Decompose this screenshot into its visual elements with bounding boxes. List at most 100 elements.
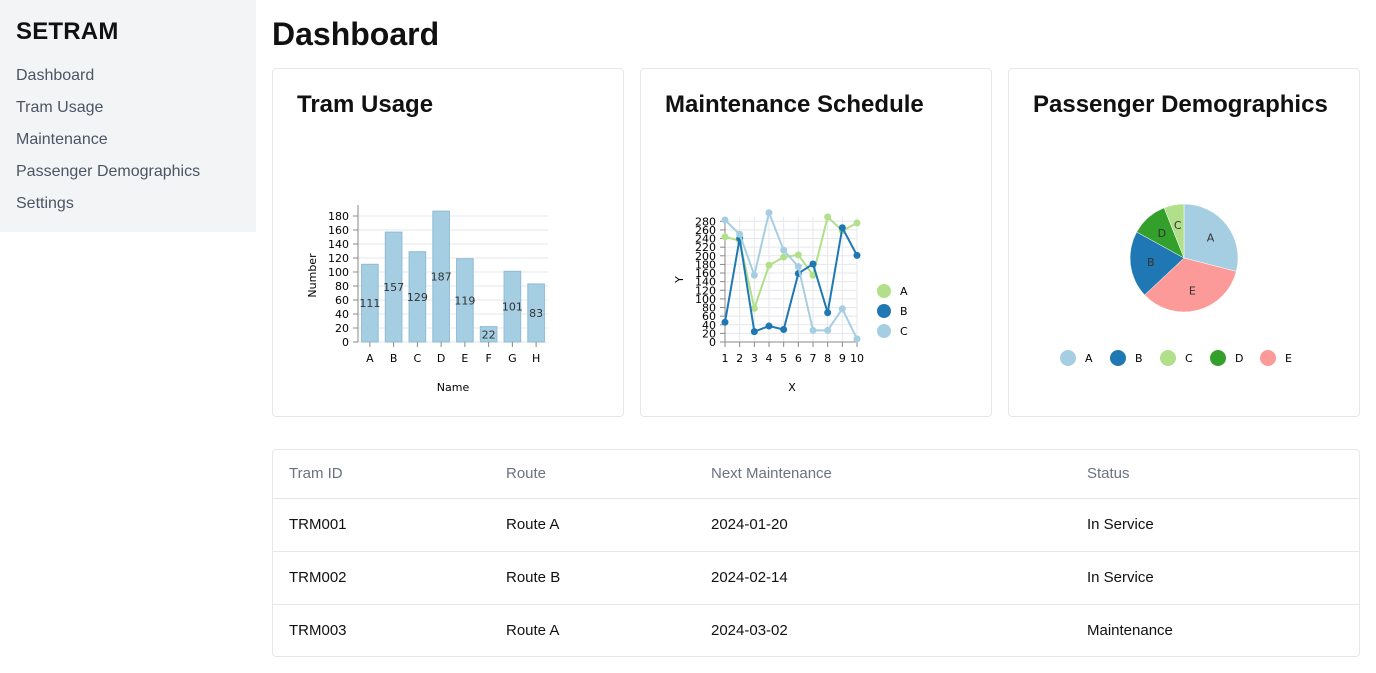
x-axis-label: Name [437,381,470,394]
legend-swatch [1060,350,1076,366]
nav-item-maintenance[interactable]: Maintenance [16,124,240,156]
x-tick-label: G [508,352,517,365]
x-tick-label: F [485,352,491,365]
bar-value-label: 101 [502,301,523,314]
data-point [721,216,729,224]
legend-label: A [900,285,908,298]
y-tick-label: 60 [335,294,349,307]
x-tick-label: 8 [824,352,831,365]
sidebar: SETRAM Dashboard Tram Usage Maintenance … [0,0,256,232]
x-tick-label: 7 [810,352,817,365]
maintenance-schedule-card: Maintenance Schedule 1 2 3 4 5 6 7 8 9 10 0 20 40 60 8… [640,68,992,417]
data-point [721,318,729,326]
legend-swatch [1110,350,1126,366]
bar-value-label: 119 [454,294,475,307]
x-tick-label: C [414,352,422,365]
page-title: Dashboard [272,16,440,52]
bar-value-label: 187 [431,271,452,284]
tram-usage-card: Tram Usage 0 20 40 60 80 100 120 140 160 180 111 A 1… [272,68,624,417]
data-point [853,335,861,343]
y-axis-label: Y [673,276,686,284]
passenger-demographics-card: Passenger Demographics AEBDCABCDE [1008,68,1360,417]
column-header-route[interactable]: Route [490,450,695,499]
table-row[interactable]: TRM002 Route B 2024-02-14 In Service [273,551,1359,605]
nav-item-dashboard[interactable]: Dashboard [16,60,240,92]
x-tick-label: 10 [850,352,864,365]
demographics-pie-chart: AEBDCA B C D E [1060,203,1292,366]
data-point [750,328,758,336]
legend-swatch [877,304,891,318]
tram-table: Tram ID Route Next Maintenance Status TR… [272,449,1360,657]
x-tick-label: 6 [795,352,802,365]
y-tick-label: 80 [335,280,349,293]
y-tick-label: 0 [342,336,349,349]
maintenance-line-chart: 1 2 3 4 5 6 7 8 9 1002040608010012014016018020022… [673,209,908,394]
bar-value-label: 157 [383,281,404,294]
legend-swatch [1160,350,1176,366]
y-axis-label: Number [306,253,319,298]
x-tick-label: 3 [751,352,758,365]
y-tick-label: 120 [328,252,349,265]
legend-swatch [1260,350,1276,366]
y-tick-label: 180 [328,210,349,223]
legend-label: B [900,305,908,318]
legend-label: E [1285,352,1292,365]
x-tick-label: A [366,352,374,365]
cell-next-maintenance: 2024-02-14 [695,551,1071,605]
cell-tram-id: TRM002 [273,551,490,605]
data-point [853,251,861,259]
x-tick-label: E [461,352,468,365]
data-point [809,326,817,334]
data-point [750,271,758,279]
y-tick-label: 40 [335,308,349,321]
y-tick-label: 100 [328,266,349,279]
x-tick-label: 5 [780,352,787,365]
bar-value-label: 83 [529,307,543,320]
column-header-status[interactable]: Status [1071,450,1359,499]
column-header-tram-id[interactable]: Tram ID [273,450,490,499]
legend-label: D [1235,352,1243,365]
cell-tram-id: TRM001 [273,498,490,552]
nav-item-passenger-demographics[interactable]: Passenger Demographics [16,156,240,188]
brand-logo: SETRAM [16,18,119,45]
data-point [838,305,846,313]
data-point [736,230,744,238]
cell-next-maintenance: 2024-03-02 [711,622,788,640]
legend-label: B [1135,352,1143,365]
data-point [780,246,788,254]
nav-item-tram-usage[interactable]: Tram Usage [16,92,240,124]
cell-status: Maintenance [1087,622,1173,640]
legend-swatch [1210,350,1226,366]
table-header-row: Tram ID Route Next Maintenance Status [273,450,1359,499]
data-point [765,322,773,330]
bar-value-label: 22 [482,328,496,341]
legend-label: C [1185,352,1193,365]
legend-swatch [877,284,891,298]
table-row[interactable]: TRM003 Route A 2024-03-02 Maintenance [273,604,1359,656]
data-point [780,253,788,261]
legend-swatch [877,324,891,338]
sidebar-nav: Dashboard Tram Usage Maintenance Passeng… [16,60,240,220]
data-point [809,260,817,268]
cell-next-maintenance: 2024-01-20 [695,498,1071,552]
x-tick-label: H [532,352,540,365]
x-tick-label: B [390,352,398,365]
pie-slice-label: B [1147,256,1155,269]
data-point [794,251,802,259]
column-header-next-maintenance[interactable]: Next Maintenance [695,450,1071,499]
data-point [824,326,832,334]
cell-route: Route A [490,498,695,552]
x-axis-label: X [788,381,796,394]
data-point [853,219,861,227]
tram-usage-bar-chart: 020406080100120140160180 111 A 157 B 129 C 187 D… [306,205,548,394]
nav-item-settings[interactable]: Settings [16,188,240,220]
cell-route: Route B [490,551,695,605]
table-row[interactable]: TRM001 Route A 2024-01-20 In Service [273,498,1359,552]
pie-slice-label: E [1189,284,1196,297]
y-tick-label: 140 [328,238,349,251]
cell-status: In Service [1071,551,1359,605]
data-point [765,261,773,269]
data-point [824,309,832,317]
pie-slice-label: D [1158,227,1166,240]
x-tick-label: 4 [766,352,773,365]
